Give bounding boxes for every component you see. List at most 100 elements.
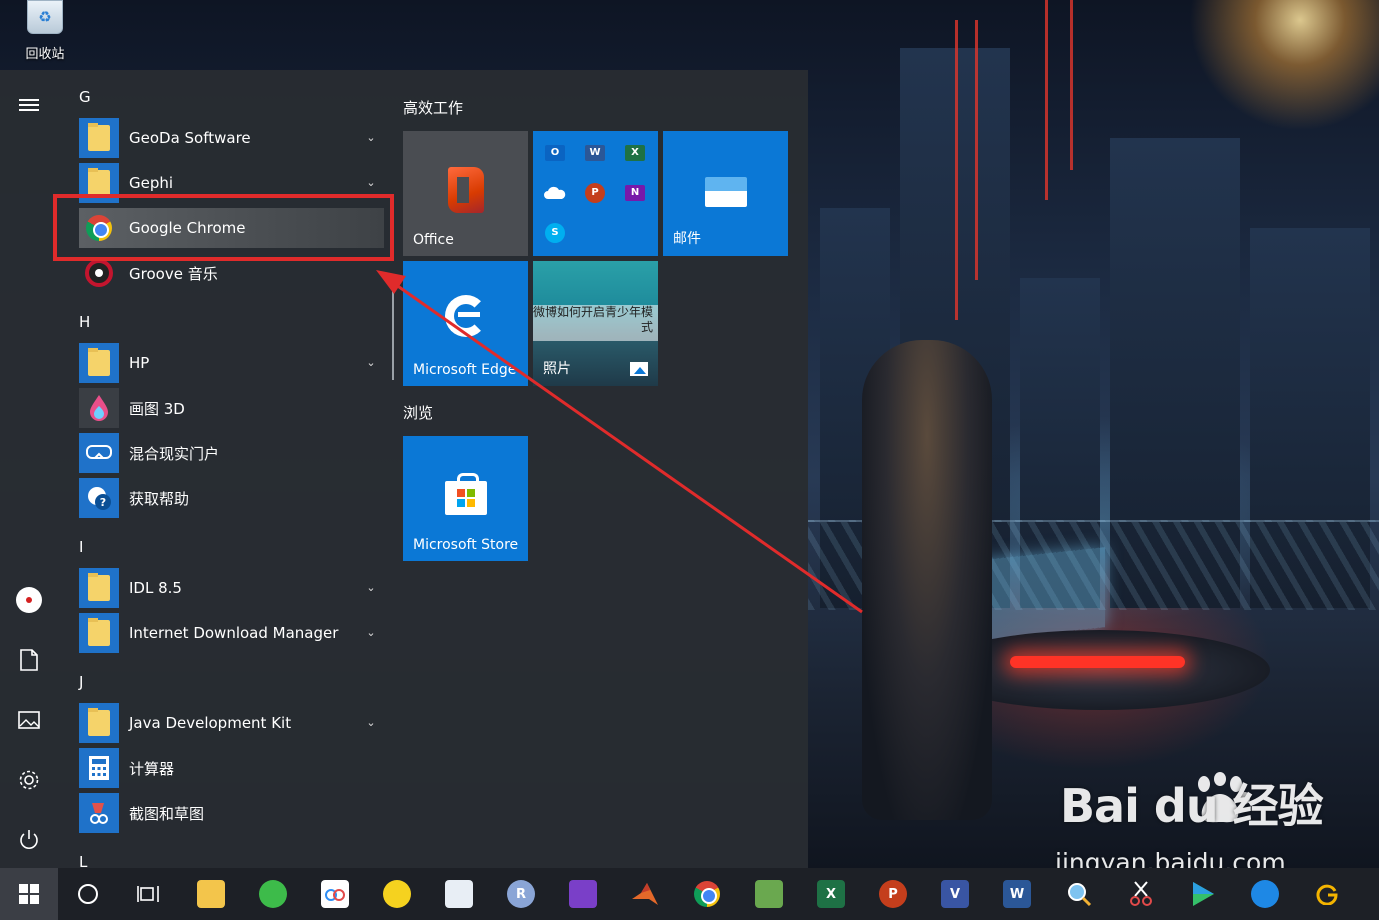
app-label: Google Chrome	[129, 219, 246, 237]
app-item-google-chrome[interactable]: Google Chrome	[79, 208, 384, 248]
snip-and-sketch-icon	[79, 793, 119, 833]
letter-header-h[interactable]: H	[79, 313, 90, 331]
edge-logo-icon	[445, 295, 487, 337]
pictures-icon[interactable]	[9, 700, 49, 740]
photo-preview-caption: 微博如何开启青少年模式	[533, 305, 654, 334]
tile-microsoft-edge[interactable]: Microsoft Edge	[403, 261, 528, 386]
app-label: 画图 3D	[129, 399, 185, 418]
app-label: Groove 音乐	[129, 264, 218, 283]
settings-icon[interactable]	[9, 760, 49, 800]
app-list-scrollbar[interactable]	[392, 285, 394, 380]
powerpoint-taskbar-icon[interactable]: P	[875, 876, 911, 912]
chevron-down-icon[interactable]: ⌄	[363, 175, 379, 191]
app-label: 获取帮助	[129, 489, 190, 508]
baidu-netdisk-icon[interactable]	[317, 876, 353, 912]
search-button[interactable]	[70, 876, 106, 912]
notepad-editor-icon[interactable]	[441, 876, 477, 912]
start-button[interactable]	[0, 868, 58, 920]
outlook-icon[interactable]: O	[535, 133, 575, 173]
mixed-reality-headset-icon	[79, 433, 119, 473]
search-circle-icon	[78, 884, 98, 904]
qq-music-icon[interactable]	[379, 876, 415, 912]
watermark-logo-text: Bai du 经验	[1060, 779, 1324, 833]
visual-studio-icon[interactable]	[565, 876, 601, 912]
tile-group-title-productivity[interactable]: 高效工作	[403, 97, 463, 118]
folder-icon	[79, 163, 119, 203]
tile-photos[interactable]: 微博如何开启青少年模式 照片	[533, 261, 658, 386]
user-avatar-icon	[16, 587, 42, 613]
store-bag-icon	[445, 473, 487, 515]
folder-icon	[79, 703, 119, 743]
excel-taskbar-icon[interactable]: X	[813, 876, 849, 912]
app-item-calculator[interactable]: 计算器	[79, 748, 379, 788]
power-icon[interactable]	[9, 820, 49, 860]
photo-viewer-icon[interactable]	[751, 876, 787, 912]
task-view-button[interactable]	[130, 876, 166, 912]
chevron-down-icon[interactable]: ⌄	[363, 580, 379, 596]
browser-360-icon[interactable]	[255, 876, 291, 912]
app-item-gephi[interactable]: Gephi ⌄	[79, 163, 379, 203]
chevron-down-icon[interactable]: ⌄	[363, 625, 379, 641]
tile-mail[interactable]: 邮件	[663, 131, 788, 256]
letter-header-g[interactable]: G	[79, 88, 91, 106]
user-avatar[interactable]	[9, 580, 49, 620]
app-item-geoda[interactable]: GeoDa Software ⌄	[79, 118, 379, 158]
chevron-down-icon[interactable]: ⌄	[363, 130, 379, 146]
tile-group-title-browse[interactable]: 浏览	[403, 402, 433, 423]
file-explorer-icon[interactable]	[193, 876, 229, 912]
app-label: 计算器	[129, 759, 175, 778]
matlab-icon[interactable]	[627, 876, 663, 912]
tile-label: 照片	[543, 361, 571, 377]
chevron-down-icon[interactable]: ⌄	[363, 715, 379, 731]
wallpaper-light	[1070, 0, 1073, 170]
app-item-java-development-kit[interactable]: Java Development Kit ⌄	[79, 703, 379, 743]
folder-icon	[79, 343, 119, 383]
powerpoint-icon[interactable]: P	[575, 173, 615, 213]
app-label: Internet Download Manager	[129, 624, 339, 642]
app-item-snip-and-sketch[interactable]: 截图和草图	[79, 793, 379, 833]
google-g-icon[interactable]	[1309, 876, 1345, 912]
teamviewer-icon[interactable]	[1247, 876, 1283, 912]
tile-label: Microsoft Edge	[413, 362, 517, 378]
windows-logo-icon	[19, 884, 39, 904]
start-left-rail	[0, 70, 58, 868]
menu-icon[interactable]	[9, 85, 49, 125]
visio-taskbar-icon[interactable]: V	[937, 876, 973, 912]
wallpaper-light	[955, 20, 958, 320]
app-label: 混合现实门户	[129, 444, 220, 463]
chevron-down-icon[interactable]: ⌄	[363, 355, 379, 371]
onedrive-icon[interactable]	[535, 173, 575, 213]
app-item-mixed-reality[interactable]: 混合现实门户	[79, 433, 379, 473]
word-taskbar-icon[interactable]: W	[999, 876, 1035, 912]
documents-icon[interactable]	[9, 640, 49, 680]
media-player-icon[interactable]	[1185, 876, 1221, 912]
excel-icon[interactable]: X	[615, 133, 655, 173]
skype-icon[interactable]: S	[535, 213, 575, 253]
word-icon[interactable]: W	[575, 133, 615, 173]
app-item-internet-download-manager[interactable]: Internet Download Manager ⌄	[79, 613, 379, 653]
app-label: Gephi	[129, 174, 174, 192]
tile-label: Office	[413, 232, 454, 248]
app-item-paint-3d[interactable]: 画图 3D	[79, 388, 379, 428]
recycle-bin[interactable]: ♻ 回收站	[18, 0, 72, 62]
wallpaper-figure	[862, 340, 992, 820]
snipping-tool-icon[interactable]	[1123, 876, 1159, 912]
groove-music-icon	[79, 253, 119, 293]
taskbar: R X P V W	[0, 868, 1379, 920]
office-logo-icon	[448, 167, 484, 213]
search-tool-icon[interactable]	[1061, 876, 1097, 912]
app-label: 截图和草图	[129, 804, 205, 823]
tile-office-apps-group[interactable]: O W X P N S	[533, 131, 658, 256]
tile-office[interactable]: Office	[403, 131, 528, 256]
app-item-idl[interactable]: IDL 8.5 ⌄	[79, 568, 379, 608]
onenote-icon[interactable]: N	[615, 173, 655, 213]
chrome-taskbar-icon[interactable]	[689, 876, 725, 912]
tile-microsoft-store[interactable]: Microsoft Store	[403, 436, 528, 561]
app-item-hp[interactable]: HP ⌄	[79, 343, 379, 383]
letter-header-j[interactable]: J	[79, 673, 83, 691]
app-item-groove[interactable]: Groove 音乐	[79, 253, 379, 293]
letter-header-i[interactable]: I	[79, 538, 83, 556]
folder-icon	[79, 568, 119, 608]
r-lang-icon[interactable]: R	[503, 876, 539, 912]
app-item-get-help[interactable]: ? 获取帮助	[79, 478, 379, 518]
